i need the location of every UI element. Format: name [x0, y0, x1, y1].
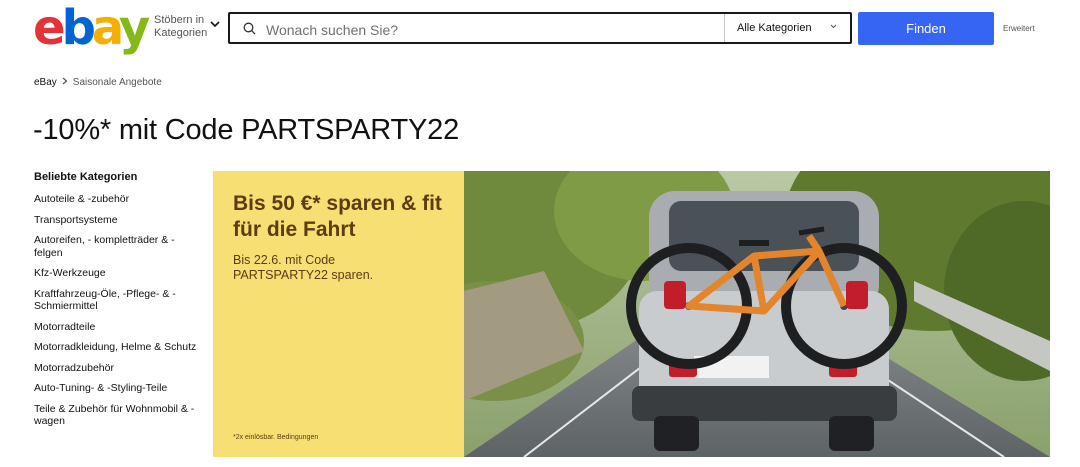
- logo-letter-y: y: [118, 0, 150, 56]
- page-title: -10%* mit Code PARTSPARTY22: [33, 114, 460, 146]
- find-button[interactable]: Finden: [858, 12, 994, 45]
- sidebar-item-motorradzubehoer[interactable]: Motorradzubehör: [34, 362, 204, 375]
- category-select[interactable]: Alle Kategorien: [724, 14, 853, 42]
- advanced-search-link[interactable]: Erweitert: [1003, 24, 1035, 33]
- promo-banner[interactable]: Bis 50 €* sparen & fit für die Fahrt Bis…: [213, 171, 1050, 457]
- banner-photo-illustration: [464, 171, 1050, 457]
- sidebar-item-motorradteile[interactable]: Motorradteile: [34, 321, 204, 334]
- breadcrumb: eBay Saisonale Angebote: [34, 77, 162, 88]
- sidebar-item-oele-pflege[interactable]: Kraftfahrzeug-Öle, -Pflege- & - Schmierm…: [34, 288, 204, 313]
- sidebar-item-wohnmobil[interactable]: Teile & Zubehör für Wohnmobil & -wagen: [34, 403, 204, 428]
- banner-footnote-link[interactable]: *2x einlösbar. Bedingungen: [233, 434, 318, 441]
- banner-text-panel: Bis 50 €* sparen & fit für die Fahrt Bis…: [213, 171, 464, 457]
- chevron-down-icon: [830, 24, 837, 29]
- ebay-logo[interactable]: ebay: [33, 4, 150, 52]
- logo-letter-b: b: [61, 0, 96, 56]
- breadcrumb-chevron-icon: [62, 77, 68, 85]
- category-sidebar: Beliebte Kategorien Autoteile & -zubehör…: [34, 171, 204, 436]
- category-select-value: Alle Kategorien: [737, 22, 812, 34]
- chevron-down-icon: [210, 21, 220, 28]
- sidebar-item-autoteile[interactable]: Autoteile & -zubehör: [34, 193, 204, 206]
- breadcrumb-current: Saisonale Angebote: [72, 77, 162, 88]
- sidebar-item-motorradkleidung[interactable]: Motorradkleidung, Helme & Schutz: [34, 341, 204, 354]
- search-bar: Alle Kategorien: [228, 12, 852, 44]
- sidebar-item-auto-tuning[interactable]: Auto-Tuning- & -Styling-Teile: [34, 382, 204, 395]
- shop-by-line1: Stöbern in: [154, 14, 205, 26]
- logo-letter-e: e: [33, 0, 66, 56]
- sidebar-heading: Beliebte Kategorien: [34, 171, 138, 183]
- car-bike-rack-photo: [464, 171, 1050, 457]
- search-input[interactable]: [264, 17, 738, 43]
- logo-letter-a: a: [91, 0, 123, 56]
- banner-headline: Bis 50 €* sparen & fit für die Fahrt: [233, 192, 442, 241]
- sidebar-item-transportsysteme[interactable]: Transportsysteme: [34, 214, 204, 227]
- sidebar-list: Autoteile & -zubehör Transportsysteme Au…: [34, 193, 204, 428]
- breadcrumb-home-link[interactable]: eBay: [34, 77, 57, 88]
- sidebar-item-kfz-werkzeuge[interactable]: Kfz-Werkzeuge: [34, 267, 204, 280]
- shop-by-category-button[interactable]: Stöbern in Kategorien: [154, 14, 220, 40]
- banner-subtext: Bis 22.6. mit Code PARTSPARTY22 sparen.: [233, 253, 374, 282]
- shop-by-line2: Kategorien: [154, 27, 208, 39]
- search-icon: [243, 22, 256, 35]
- sidebar-item-autoreifen[interactable]: Autoreifen, - kompletträder & - felgen: [34, 234, 204, 259]
